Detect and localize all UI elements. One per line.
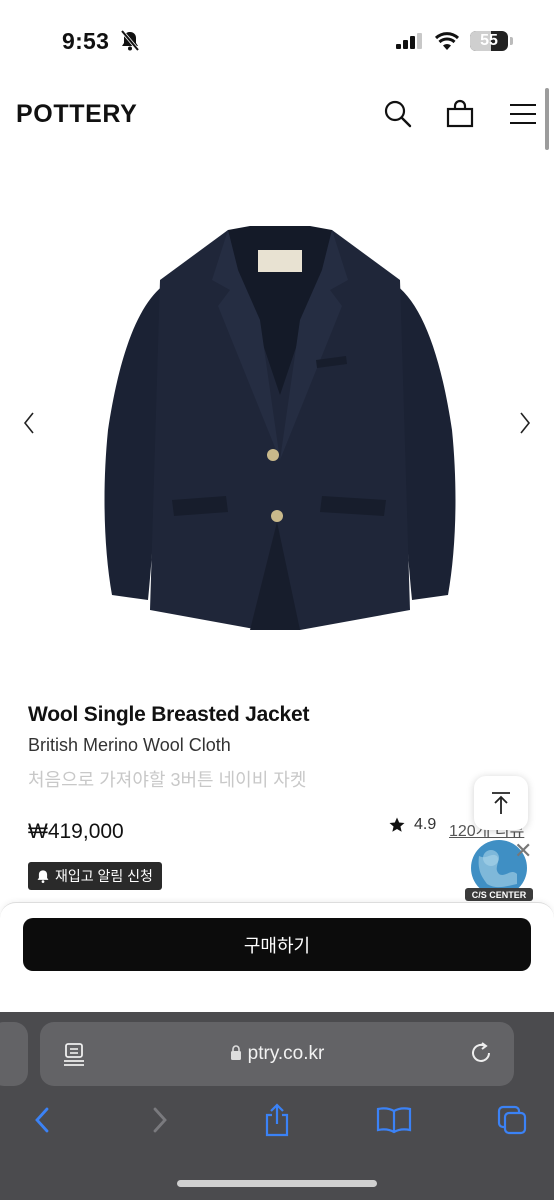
browser-toolbar: ptry.co.kr [0,1012,554,1200]
rating-value: 4.9 [414,816,437,833]
wifi-icon [434,32,460,50]
reload-icon[interactable] [468,1040,494,1066]
share-icon [265,1103,289,1137]
product-rating: 4.9 [388,816,436,834]
site-header: POTTERY [0,84,554,144]
buy-button[interactable]: 구매하기 [23,918,531,971]
back-icon [35,1107,49,1133]
status-time: 9:53 [62,28,110,54]
product-image[interactable] [100,210,460,630]
battery-nub [510,37,513,45]
menu-icon[interactable] [507,98,539,130]
back-button[interactable] [22,1100,62,1140]
bookmarks-button[interactable] [374,1100,414,1140]
restock-alert-label: 재입고 알림 신청 [55,868,153,884]
close-icon[interactable]: ✕ [514,838,532,864]
product-price: ₩419,000 [28,820,124,843]
bell-off-icon [120,30,140,52]
restock-alert-button[interactable]: 재입고 알림 신청 [28,862,162,890]
page-scroll-indicator[interactable] [545,88,549,150]
cs-center-label: C/S CENTER [472,890,527,900]
url-text: ptry.co.kr [247,1043,325,1064]
lock-icon [230,1045,241,1060]
tabs-icon [497,1105,527,1135]
url-display[interactable]: ptry.co.kr [40,1043,514,1065]
home-indicator [177,1180,377,1187]
forward-button[interactable] [140,1100,180,1140]
address-bar[interactable]: ptry.co.kr [40,1022,514,1086]
star-icon [389,817,405,832]
product-name: Wool Single Breasted Jacket [28,703,310,726]
battery-indicator: 55 [470,31,508,51]
share-button[interactable] [257,1100,297,1140]
arrow-up-to-top-icon [492,792,510,814]
chevron-left-icon[interactable] [22,410,36,442]
status-bar: 9:53 55 [0,0,554,84]
tabs-button[interactable] [492,1100,532,1140]
previous-tab-peek[interactable] [0,1022,28,1086]
forward-icon [153,1107,167,1133]
product-description: 처음으로 가져야할 3버튼 네이비 자켓 [28,770,307,790]
search-icon[interactable] [382,98,414,130]
purchase-sheet: 구매하기 [0,902,554,1014]
bookmarks-icon [376,1107,412,1134]
product-gallery[interactable] [0,190,554,650]
scroll-to-top-button[interactable] [474,776,528,830]
bell-icon [37,869,49,883]
signal-icon [396,33,422,49]
chevron-right-icon[interactable] [518,410,532,442]
site-logo[interactable]: POTTERY [16,100,137,129]
shopping-bag-icon[interactable] [444,98,476,130]
battery-percent: 55 [480,32,498,49]
product-subtitle: British Merino Wool Cloth [28,735,231,755]
